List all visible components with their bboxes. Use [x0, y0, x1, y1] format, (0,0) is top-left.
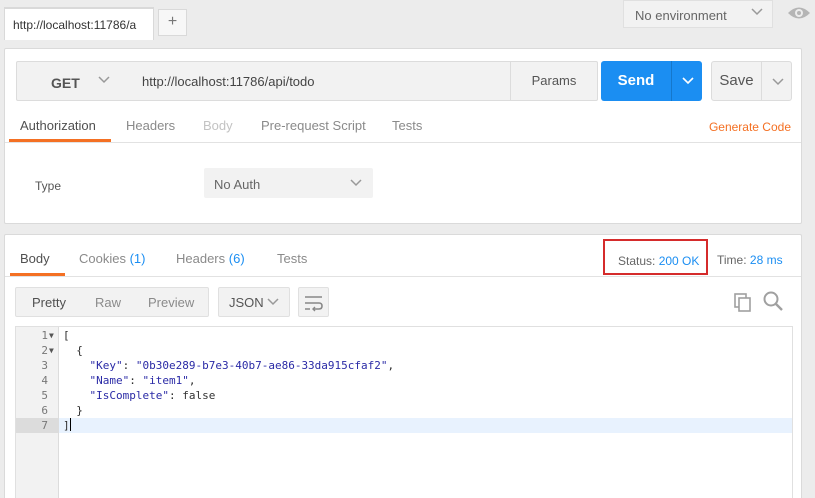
- save-options-button[interactable]: [761, 61, 792, 101]
- eye-icon[interactable]: [786, 3, 812, 23]
- auth-type-label: Type: [35, 179, 62, 193]
- fold-arrow-icon[interactable]: ▼: [49, 343, 54, 358]
- chevron-down-icon: [266, 295, 280, 312]
- request-panel: GET Params Send Save Authorization Heade…: [4, 48, 802, 224]
- tab-headers[interactable]: Headers: [126, 118, 175, 133]
- line-number: 6: [41, 404, 48, 417]
- save-button[interactable]: Save: [711, 61, 762, 101]
- preview-button[interactable]: Preview: [148, 295, 194, 310]
- code-line: 3 "Key": "0b30e289-b7e3-40b7-ae86-33da91…: [16, 358, 792, 373]
- chevron-down-icon: [97, 73, 111, 90]
- response-tabs: Body Cookies (1) Headers (6) Tests Statu…: [5, 235, 801, 277]
- code-text: "Name": "item1",: [89, 374, 196, 387]
- cookies-count: (1): [129, 251, 146, 266]
- format-value: JSON: [229, 295, 264, 310]
- code-line-current: 7 ]: [16, 418, 792, 433]
- search-icon[interactable]: [762, 290, 784, 315]
- time-value: 28 ms: [749, 253, 783, 267]
- status-label: Status:: [618, 254, 656, 268]
- code-line: 2 ▼ {: [16, 343, 792, 358]
- line-number: 7: [41, 419, 48, 432]
- raw-button[interactable]: Raw: [95, 295, 121, 310]
- tab-headers-label: Headers: [176, 251, 226, 266]
- line-number: 3: [41, 359, 48, 372]
- tab-cookies-label: Cookies: [79, 251, 126, 266]
- active-tab-indicator: [10, 273, 65, 276]
- environment-select[interactable]: No environment: [623, 0, 773, 28]
- headers-count: (6): [228, 251, 245, 266]
- line-number: 2: [41, 344, 48, 357]
- code-text: ]: [63, 418, 71, 432]
- chevron-down-icon: [349, 176, 363, 193]
- url-input[interactable]: [132, 61, 512, 101]
- tab-pre-request-script[interactable]: Pre-request Script: [261, 118, 366, 133]
- generate-code-link[interactable]: Generate Code: [709, 120, 791, 134]
- line-number: 1: [41, 329, 48, 342]
- method-label: GET: [51, 75, 80, 91]
- format-select[interactable]: JSON: [218, 287, 290, 317]
- code-line: 4 "Name": "item1",: [16, 373, 792, 388]
- tab-response-headers[interactable]: Headers (6): [176, 251, 245, 266]
- auth-type-select[interactable]: No Auth: [204, 168, 373, 198]
- status-value: 200 OK: [658, 254, 700, 268]
- tab-body[interactable]: Body: [203, 118, 233, 133]
- top-bar: http://localhost:11786/a + No environmen…: [0, 0, 815, 40]
- code-text: [: [63, 329, 70, 342]
- tab-cookies[interactable]: Cookies (1): [79, 251, 145, 266]
- params-button[interactable]: Params: [510, 61, 598, 101]
- line-number: 5: [41, 389, 48, 402]
- environment-label: No environment: [635, 8, 727, 23]
- send-options-button[interactable]: [671, 61, 702, 101]
- code-line: 6 }: [16, 403, 792, 418]
- code-text: {: [76, 344, 83, 357]
- chevron-down-icon: [771, 75, 785, 92]
- line-number: 4: [41, 374, 48, 387]
- request-tabs: Authorization Headers Body Pre-request S…: [5, 111, 801, 143]
- auth-type-value: No Auth: [214, 177, 261, 192]
- send-button[interactable]: Send: [601, 61, 671, 101]
- response-body-editor[interactable]: 1 ▼ [ 2 ▼ { 3 "Key": "0b30e289-b7e3-40b7…: [15, 326, 793, 498]
- add-tab-button[interactable]: +: [158, 9, 187, 36]
- tab-response-tests[interactable]: Tests: [277, 251, 307, 266]
- response-panel: Body Cookies (1) Headers (6) Tests Statu…: [4, 234, 802, 498]
- fold-arrow-icon[interactable]: ▼: [49, 328, 54, 343]
- active-tab-indicator: [9, 139, 111, 142]
- method-select[interactable]: GET: [16, 61, 133, 101]
- text-cursor: [69, 418, 71, 431]
- chevron-down-icon: [750, 5, 764, 22]
- tab-tests[interactable]: Tests: [392, 118, 422, 133]
- code-text: "IsComplete": false: [89, 389, 216, 402]
- code-line: 1 ▼ [: [16, 328, 792, 343]
- copy-icon[interactable]: [733, 292, 753, 315]
- tab-authorization[interactable]: Authorization: [20, 118, 96, 133]
- status-badge: Status: 200 OK: [603, 239, 708, 275]
- view-mode-group: Pretty Raw Preview: [15, 287, 209, 317]
- response-time: Time: 28 ms: [717, 253, 783, 267]
- wrap-lines-button[interactable]: [298, 287, 329, 317]
- pretty-button[interactable]: Pretty: [32, 295, 66, 310]
- tab-response-body[interactable]: Body: [20, 251, 50, 266]
- code-text: "Key": "0b30e289-b7e3-40b7-ae86-33da915c…: [89, 359, 395, 372]
- time-label: Time:: [717, 253, 747, 267]
- code-line: 5 "IsComplete": false: [16, 388, 792, 403]
- chevron-down-icon: [681, 74, 695, 91]
- request-tab[interactable]: http://localhost:11786/a: [4, 7, 154, 40]
- code-text: }: [76, 404, 83, 417]
- wrap-icon: [305, 296, 323, 312]
